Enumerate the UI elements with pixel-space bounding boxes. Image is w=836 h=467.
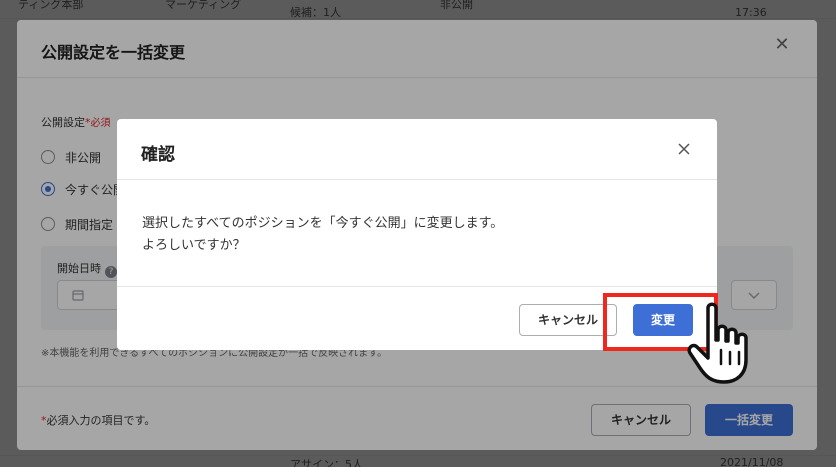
confirm-header: 確認 xyxy=(117,119,717,180)
confirm-message: 選択したすべてのポジションを「今すぐ公開」に変更します。 よろしいですか？ xyxy=(142,213,503,257)
close-icon[interactable] xyxy=(675,140,693,158)
confirm-message-line1: 選択したすべてのポジションを「今すぐ公開」に変更します。 xyxy=(142,216,504,231)
confirm-message-line2: よろしいですか？ xyxy=(142,238,246,253)
hand-pointer-icon xyxy=(687,302,748,384)
confirm-title: 確認 xyxy=(141,145,175,165)
